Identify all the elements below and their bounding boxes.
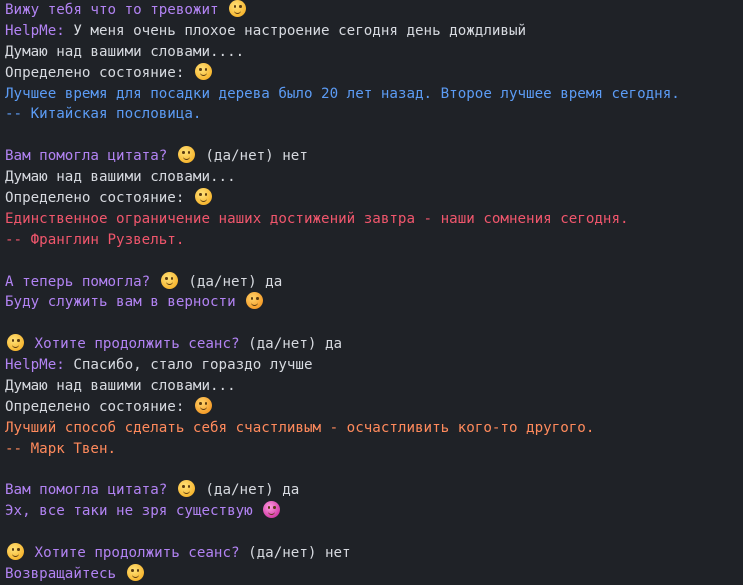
sad-face-icon (194, 62, 212, 80)
salute-face-icon (246, 292, 264, 310)
terminal-line: Лучшее время для посадки дерева было 20 … (5, 84, 743, 105)
line-text: У меня очень плохое настроение сегодня д… (64, 22, 527, 39)
terminal-output: Вижу тебя что то тревожит HelpMe: У меня… (0, 0, 743, 585)
terminal-line: Определено состояние: (5, 396, 743, 418)
smile-face-icon (177, 480, 195, 498)
terminal-line: Думаю над вашими словами... (5, 376, 743, 397)
terminal-line: -- Китайская пословица. (5, 104, 743, 125)
line-text: Хотите продолжить сеанс? (34, 336, 240, 353)
smile-face-icon (177, 146, 195, 164)
line-text: Вам помогла цитата? (5, 482, 168, 499)
line-text: Определено состояние: (5, 64, 185, 81)
line-text: (да/нет) да (188, 273, 283, 290)
terminal-line: Эх, все таки не зря существую (5, 501, 743, 522)
line-text: А теперь помогла? (5, 273, 151, 290)
terminal-line: -- Франглин Рузвельт. (5, 230, 743, 251)
terminal-line: Хотите продолжить сеанс? (да/нет) нет (5, 543, 743, 564)
line-text: Думаю над вашими словами... (5, 378, 236, 395)
blush-face-icon (160, 271, 178, 289)
terminal-line: Вам помогла цитата? (да/нет) нет (5, 146, 743, 167)
smile-face-icon (126, 564, 144, 582)
terminal-line: Вам помогла цитата? (да/нет) да (5, 480, 743, 501)
terminal-line: Определено состояние: (5, 188, 743, 209)
worried-face-icon (229, 0, 247, 17)
terminal-line: Лучший способ сделать себя счастливым - … (5, 418, 743, 439)
line-text: Лучшее время для посадки дерева было 20 … (5, 85, 680, 102)
terminal-line: Единственное ограничение наших достижени… (5, 209, 743, 230)
smile-face-icon (7, 543, 24, 561)
line-text: Эх, все таки не зря существую (5, 503, 253, 520)
terminal-line: HelpMe: Спасибо, стало гораздо лучше (5, 355, 743, 376)
line-text: Единственное ограничение наших достижени… (5, 210, 629, 227)
line-text: Думаю над вашими словами... (5, 169, 236, 186)
smile-face-icon (7, 334, 24, 352)
line-text: (да/нет) да (205, 482, 300, 499)
terminal-line: А теперь помогла? (да/нет) да (5, 271, 743, 293)
line-text: HelpMe: (5, 22, 65, 39)
line-text: Возвращайтесь (5, 566, 117, 583)
terminal-line: Определено состояние: (5, 62, 743, 84)
terminal-line: Хотите продолжить сеанс? (да/нет) да (5, 334, 743, 355)
line-text: Буду служить вам в верности (5, 294, 236, 311)
terminal-line: Вижу тебя что то тревожит (5, 0, 743, 21)
terminal-line: Возвращайтесь (5, 564, 743, 585)
line-text: Хотите продолжить сеанс? (34, 545, 240, 562)
line-text: Спасибо, стало гораздо лучше (64, 357, 313, 374)
hug-face-icon (194, 396, 212, 414)
terminal-line: -- Марк Твен. (5, 439, 743, 460)
line-text: Вижу тебя что то тревожит (5, 2, 219, 18)
line-text: Определено состояние: (5, 398, 185, 415)
line-text: Определено состояние: (5, 190, 185, 207)
line-text: Лучший способ сделать себя счастливым - … (5, 419, 595, 436)
line-text: -- Марк Твен. (5, 440, 117, 457)
terminal-line: Думаю над вашими словами.... (5, 42, 743, 63)
line-text: (да/нет) да (239, 336, 343, 353)
line-text: (да/нет) нет (239, 545, 351, 562)
terminal-line: Думаю над вашими словами... (5, 167, 743, 188)
line-text: Думаю над вашими словами.... (5, 43, 245, 60)
line-text: Вам помогла цитата? (5, 148, 168, 165)
grin-face-icon (263, 501, 281, 519)
terminal-line: HelpMe: У меня очень плохое настроение с… (5, 21, 743, 42)
neutral-face-icon (194, 188, 212, 206)
terminal-line: Буду служить вам в верности (5, 292, 743, 313)
line-text: -- Китайская пословица. (5, 106, 202, 123)
line-text: HelpMe: (5, 357, 65, 374)
line-text: -- Франглин Рузвельт. (5, 231, 185, 248)
line-text: (да/нет) нет (205, 148, 308, 165)
